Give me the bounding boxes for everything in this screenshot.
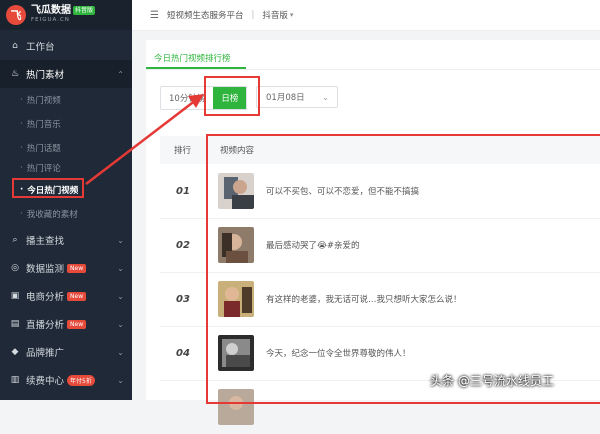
- divider: |: [251, 10, 255, 20]
- new-badge: New: [67, 263, 87, 273]
- sidebar: 飞 飞瓜数据 抖音版 FEIGUA.CN ⌂ 工作台 ♨ 热门素材 ⌃ · 热门视频…: [0, 0, 132, 400]
- logo-domain: FEIGUA.CN: [31, 17, 70, 24]
- date-select[interactable]: 01月08日 ⌄: [256, 86, 338, 108]
- cart-icon: ▣: [10, 291, 20, 301]
- watermark: 头条 @三号流水线员工: [430, 374, 554, 388]
- fire-icon: ♨: [10, 69, 20, 79]
- rank-number: 02: [176, 239, 190, 251]
- sidebar-subitem-label: 我收藏的素材: [26, 210, 78, 220]
- date-select-value: 01月08日: [266, 93, 305, 103]
- sidebar-item-label: 热门素材: [26, 70, 65, 81]
- main-panel: 今日热门视频排行榜 10分钟榜 日榜 01月08日 ⌄ 排行 视频内容 01 可…: [146, 40, 600, 425]
- sidebar-item-data-monitor[interactable]: ◎ 数据监测 New ⌄: [0, 254, 132, 282]
- bullet-icon: ·: [20, 163, 23, 173]
- sidebar-item-workbench[interactable]: ⌂ 工作台: [0, 32, 132, 60]
- bullet-icon: ·: [20, 95, 23, 105]
- rank-number: 01: [176, 185, 190, 197]
- sidebar-subitem-hot-music[interactable]: · 热门音乐: [0, 112, 132, 136]
- sidebar-item-label: 续费中心: [26, 376, 65, 387]
- chevron-up-icon: ⌃: [117, 69, 124, 79]
- chevron-down-icon: ⌄: [117, 263, 124, 273]
- menu-icon[interactable]: ☰: [150, 10, 159, 21]
- column-rank: 排行: [174, 146, 192, 156]
- highlight-box-daily: [204, 76, 260, 116]
- search-icon: ⌕: [12, 235, 18, 245]
- chevron-down-icon: ⌄: [117, 319, 124, 329]
- renewal-icon: ▥: [10, 375, 20, 385]
- monitor-icon: ◎: [11, 263, 19, 273]
- sidebar-item-ecommerce[interactable]: ▣ 电商分析 New ⌄: [0, 282, 132, 310]
- home-icon: ⌂: [12, 41, 18, 51]
- sidebar-subitem-label: 热门话题: [26, 144, 61, 154]
- chevron-down-icon: ⌄: [117, 291, 124, 301]
- new-badge: New: [67, 291, 87, 301]
- sidebar-subitem-label: 热门视频: [26, 96, 61, 106]
- chevron-down-icon: ⌄: [117, 235, 124, 245]
- sidebar-subitem-label: 热门评论: [26, 164, 61, 174]
- sidebar-subitem-hot-videos[interactable]: · 热门视频: [0, 88, 132, 112]
- bullet-icon: ·: [20, 209, 23, 219]
- bullet-icon: ·: [20, 143, 23, 153]
- chevron-down-icon: ⌄: [117, 347, 124, 357]
- rank-number: 04: [176, 347, 190, 359]
- tab-divider: [146, 69, 600, 70]
- logo-badge: 抖音版: [73, 6, 96, 16]
- chevron-down-icon: ⌄: [322, 92, 329, 102]
- sidebar-item-hot-materials[interactable]: ♨ 热门素材 ⌃: [0, 60, 132, 88]
- sidebar-item-label: 品牌推广: [26, 348, 65, 359]
- highlight-box-table: [206, 134, 600, 404]
- bullet-icon: ·: [20, 119, 23, 129]
- top-bar: ☰ 短视频生态服务平台 | 抖音版 ▾: [132, 0, 600, 31]
- sidebar-subitem-favorites[interactable]: · 我收藏的素材: [0, 202, 132, 226]
- chevron-down-icon[interactable]: ▾: [290, 11, 294, 19]
- logo-name: 飞瓜数据: [31, 5, 71, 17]
- sidebar-subitem-hot-comments[interactable]: · 热门评论: [0, 156, 132, 180]
- live-icon: ▤: [10, 319, 20, 329]
- sidebar-item-label: 直播分析: [26, 320, 65, 331]
- sidebar-item-label: 播主查找: [26, 236, 65, 247]
- rank-number: 03: [176, 293, 190, 305]
- tab-today-hot-ranking[interactable]: 今日热门视频排行榜: [154, 52, 231, 64]
- sidebar-subitem-label: 热门音乐: [26, 120, 61, 130]
- sidebar-item-live-analysis[interactable]: ▤ 直播分析 New ⌄: [0, 310, 132, 338]
- sidebar-item-label: 数据监测: [26, 264, 65, 275]
- diamond-icon: ◆: [11, 347, 19, 357]
- sidebar-item-label: 工作台: [26, 42, 55, 53]
- platform-title: 短视频生态服务平台: [166, 11, 244, 21]
- logo-icon: 飞: [6, 5, 26, 25]
- highlight-box-sidebar: [12, 178, 84, 198]
- new-badge: New: [67, 319, 87, 329]
- sidebar-item-renewal[interactable]: ▥ 续费中心 年付5折 ⌄: [0, 366, 132, 394]
- discount-badge: 年付5折: [67, 374, 95, 386]
- sidebar-item-label: 电商分析: [26, 292, 65, 303]
- sidebar-item-find-creators[interactable]: ⌕ 播主查找 ⌄: [0, 226, 132, 254]
- logo[interactable]: 飞 飞瓜数据 抖音版 FEIGUA.CN: [0, 0, 132, 30]
- platform-switch[interactable]: 抖音版: [262, 9, 288, 21]
- sidebar-item-brand-promo[interactable]: ◆ 品牌推广 ⌄: [0, 338, 132, 366]
- chevron-down-icon: ⌄: [117, 375, 124, 385]
